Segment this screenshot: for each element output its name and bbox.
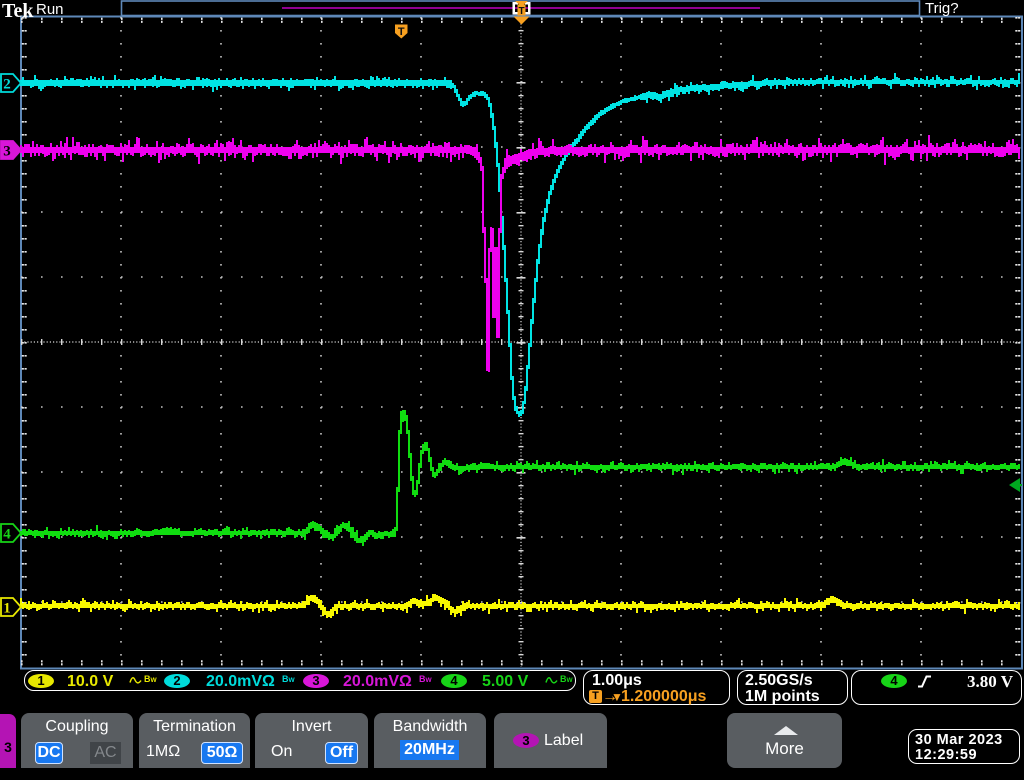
svg-text:3: 3	[3, 144, 11, 160]
svg-text:4: 4	[3, 527, 11, 543]
svg-text:T: T	[398, 26, 405, 38]
svg-text:1: 1	[3, 601, 11, 617]
svg-text:T: T	[518, 6, 524, 17]
svg-text:2: 2	[3, 77, 11, 93]
